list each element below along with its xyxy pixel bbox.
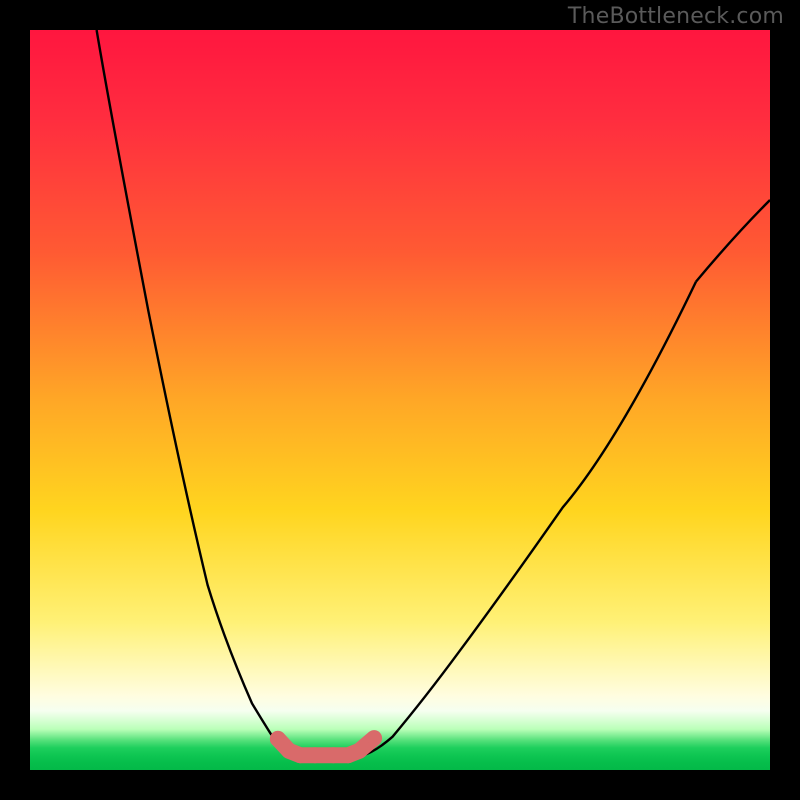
marker-dot [325,747,341,763]
curve-right-tail [696,200,770,282]
marker-dot [367,731,381,745]
watermark-text: TheBottleneck.com [568,4,784,29]
marker-dot [292,747,308,763]
marker-dot [307,747,323,763]
plot-area [30,30,770,770]
curve-right [363,282,696,756]
chart-stage: TheBottleneck.com [0,0,800,800]
curve-left [97,30,304,756]
marker-dot [270,731,286,747]
plot-svg [30,30,770,770]
marker-dot [351,743,367,759]
